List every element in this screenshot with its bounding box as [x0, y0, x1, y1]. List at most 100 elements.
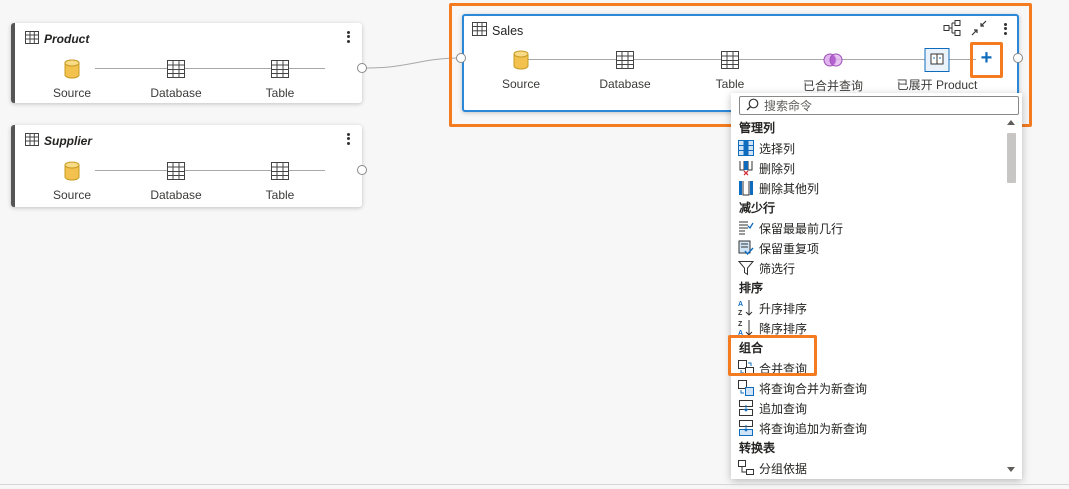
search-box[interactable] [739, 96, 1019, 115]
table-grid-icon [235, 160, 325, 182]
group-by-icon [737, 459, 755, 477]
menu-item-label: 筛选行 [759, 261, 796, 276]
keep-top-rows-icon [737, 219, 755, 237]
output-port[interactable] [357, 165, 367, 175]
menu-item-filter-rows[interactable]: 筛选行 [731, 258, 1001, 278]
merge-circles-icon [788, 49, 878, 71]
query-title-sales: Sales [472, 22, 523, 39]
svg-text:Z: Z [738, 310, 743, 317]
database-cylinder-icon [27, 160, 117, 182]
canvas-bottom-divider [0, 484, 1069, 485]
table-icon [472, 22, 487, 39]
step-label: 已合并查询 [802, 79, 863, 93]
query-name: Supplier [44, 134, 93, 148]
step-table[interactable]: Table [235, 58, 325, 100]
add-step-button[interactable]: + [976, 48, 997, 70]
step-source[interactable]: Source [27, 160, 117, 202]
step-database[interactable]: Database [580, 49, 670, 91]
menu-item-group-by[interactable]: 分组依据 [731, 458, 1001, 478]
section-header: 管理列 [739, 121, 776, 135]
table-grid-icon [131, 58, 221, 80]
step-label: 已展开 Product [896, 78, 978, 92]
output-port[interactable] [1013, 53, 1023, 63]
step-source[interactable]: Source [476, 49, 566, 91]
step-table[interactable]: Table [685, 49, 775, 91]
merge-as-new-icon [737, 379, 755, 397]
step-label: Table [715, 77, 745, 91]
menu-item-label: 追加查询 [759, 401, 808, 416]
keep-duplicates-icon [737, 239, 755, 257]
menu-item-label: 删除其他列 [759, 181, 820, 196]
more-options-icon[interactable] [999, 20, 1011, 38]
step-source[interactable]: Source [27, 58, 117, 100]
scroll-thumb[interactable] [1007, 133, 1016, 183]
query-title-supplier: Supplier [25, 133, 92, 149]
menu-item-append-as-new[interactable]: 将查询追加为新查询 [731, 418, 1001, 438]
search-input[interactable] [764, 98, 1004, 113]
step-label: Source [52, 188, 92, 202]
table-grid-icon [131, 160, 221, 182]
search-icon [746, 98, 759, 114]
menu-item-remove-other-columns[interactable]: 删除其他列 [731, 178, 1001, 198]
menu-item-sort-ascending[interactable]: AZ 升序排序 [731, 298, 1001, 318]
svg-text:Z: Z [738, 321, 743, 328]
menu-item-label: 删除列 [759, 161, 796, 176]
step-label: Table [265, 86, 295, 100]
more-options-icon[interactable] [342, 28, 354, 46]
step-label: Database [150, 188, 202, 202]
menu-item-label: 保留最最前几行 [759, 221, 844, 236]
section-header: 转换表 [739, 441, 776, 455]
query-card-supplier[interactable]: Supplier Source Database Table [11, 125, 362, 207]
menu-item-label: 分组依据 [759, 461, 808, 476]
input-port[interactable] [456, 53, 466, 63]
menu-item-keep-duplicates[interactable]: 保留重复项 [731, 238, 1001, 258]
menu-item-label: 降序排序 [759, 321, 808, 336]
table-icon [25, 31, 39, 47]
database-cylinder-icon [476, 49, 566, 71]
menu-item-merge-as-new[interactable]: 将查询合并为新查询 [731, 378, 1001, 398]
query-name: Sales [492, 23, 524, 38]
menu-scrollbar[interactable] [1004, 117, 1018, 475]
share-nodes-icon[interactable] [943, 19, 961, 37]
table-grid-icon [235, 58, 325, 80]
step-table[interactable]: Table [235, 160, 325, 202]
menu-item-append-queries[interactable]: 追加查询 [731, 398, 1001, 418]
table-icon [25, 133, 39, 149]
menu-item-remove-columns[interactable]: 删除列 [731, 158, 1001, 178]
menu-item-label: 升序排序 [759, 301, 808, 316]
remove-other-columns-icon [737, 179, 755, 197]
sort-ascending-icon: AZ [737, 299, 755, 317]
table-grid-icon [685, 49, 775, 71]
output-port[interactable] [357, 63, 367, 73]
menu-item-choose-columns[interactable]: 选择列 [731, 138, 1001, 158]
add-icon: + [980, 47, 993, 69]
append-as-new-icon [737, 419, 755, 437]
query-card-product[interactable]: Product Source Database Table [11, 23, 362, 103]
command-list: 管理列 选择列 删除列 删除其他列 减少行 保留最最前几行 保留重复项 筛选行 … [731, 118, 1001, 478]
step-label: Source [501, 77, 541, 91]
section-header: 减少行 [739, 201, 776, 215]
table-grid-icon [580, 49, 670, 71]
step-label: Database [599, 77, 651, 91]
query-title-product: Product [25, 31, 89, 47]
remove-columns-icon [737, 159, 755, 177]
step-database[interactable]: Database [131, 160, 221, 202]
menu-item-label: 选择列 [759, 141, 796, 156]
step-expanded-product[interactable]: 已展开 Product [892, 48, 982, 93]
more-options-icon[interactable] [342, 130, 354, 148]
choose-columns-icon [737, 139, 755, 157]
scroll-up-arrow-icon[interactable] [1007, 120, 1015, 125]
menu-item-label: 保留重复项 [759, 241, 820, 256]
scroll-down-arrow-icon[interactable] [1007, 467, 1015, 472]
collapse-icon[interactable] [970, 19, 988, 37]
section-header: 排序 [739, 281, 764, 295]
menu-item-label: 将查询合并为新查询 [759, 381, 868, 396]
menu-item-keep-top-rows[interactable]: 保留最最前几行 [731, 218, 1001, 238]
step-merged-queries[interactable]: 已合并查询 [788, 49, 878, 94]
step-label: Database [150, 86, 202, 100]
database-cylinder-icon [27, 58, 117, 80]
step-database[interactable]: Database [131, 58, 221, 100]
merge-queries-highlight [728, 335, 817, 376]
command-search-menu: 管理列 选择列 删除列 删除其他列 减少行 保留最最前几行 保留重复项 筛选行 … [731, 93, 1022, 479]
expand-column-icon [892, 48, 982, 72]
